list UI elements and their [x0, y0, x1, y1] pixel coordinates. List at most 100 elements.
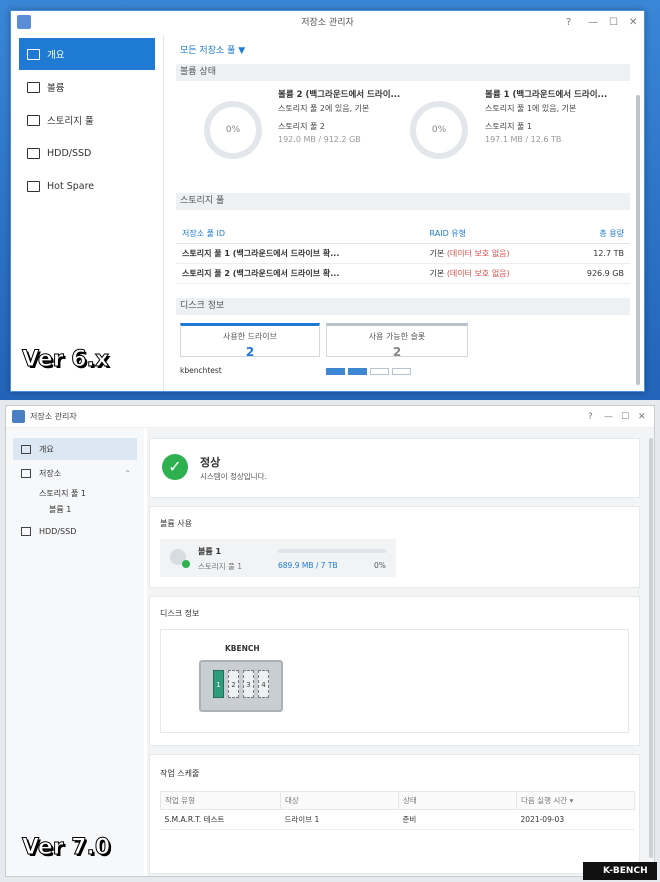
disk-info-header: 디스크 정보 — [176, 298, 630, 315]
status-title: 정상 — [200, 456, 221, 469]
sidebar-item-label: 개요 — [47, 50, 65, 61]
table-row[interactable]: S.M.A.R.T. 테스트 드라이브 1 준비 2021-09-03 — [160, 809, 635, 830]
sidebar-item-overview[interactable]: 개요 — [13, 438, 137, 460]
job-table: 작업 유형 대상 상태 다음 실행 시간 ▾ S.M.A.R.T. 테스트 드라… — [160, 791, 635, 830]
sidebar-item-volume-1[interactable]: 볼륨 1 — [13, 502, 137, 516]
check-icon: ✓ — [162, 454, 188, 480]
sidebar-item-storage-pool-1[interactable]: 스토리지 풀 1 — [13, 486, 137, 500]
chevron-up-icon[interactable]: ⌃ — [124, 469, 131, 478]
column-header[interactable]: 총 용량 — [558, 224, 630, 244]
column-header[interactable]: 다음 실행 시간 ▾ — [516, 791, 635, 810]
scrollbar[interactable] — [649, 438, 653, 858]
volume-card[interactable]: 볼륨 1 (백그라운드에서 드라이... 스토리지 풀 1에 있음, 기본 스토… — [485, 89, 607, 146]
sidebar-item-label: 스토리지 풀 — [47, 116, 94, 127]
column-header[interactable]: 대상 — [280, 791, 399, 810]
volume-pool: 스토리지 풀 2 — [278, 122, 325, 131]
sidebar-item-label: 저장소 — [39, 468, 62, 478]
maximize-icon[interactable]: ☐ — [609, 11, 618, 35]
volume-pool: 스토리지 풀 1 — [198, 562, 243, 571]
volume-location: 스토리지 풀 2에 있음, 기본 — [278, 104, 370, 113]
pool-filter-label: 모든 저장소 풀 — [180, 46, 236, 56]
sidebar-item-volume[interactable]: 볼륨 — [19, 71, 155, 103]
overview-icon — [21, 444, 31, 454]
drive-slot-used — [326, 368, 345, 375]
sidebar-item-storage-pool[interactable]: 스토리지 풀 — [19, 104, 155, 136]
pool-id: 스토리지 풀 2 (백그라운드에서 드라이브 확... — [176, 263, 424, 284]
maximize-icon[interactable]: ☐ — [621, 406, 629, 428]
table-row[interactable]: 스토리지 풀 1 (백그라운드에서 드라이브 확... 기본 (데이터 보호 없… — [176, 243, 630, 264]
column-header[interactable]: 작업 유형 — [160, 791, 281, 810]
sidebar-item-label: 스토리지 풀 1 — [39, 488, 86, 498]
volume-usage-ring: 0% — [204, 101, 262, 159]
title-bar: 저장소 관리자 ? — ☐ ✕ — [6, 406, 654, 428]
storage-pool-table: 저장소 풀 ID RAID 유형 총 용량 스토리지 풀 1 (백그라운드에서 … — [176, 224, 630, 284]
close-icon[interactable]: ✕ — [629, 11, 637, 35]
version-label-v6: Ver 6.x — [21, 347, 110, 373]
version-label-v7: Ver 7.0 — [21, 835, 111, 861]
nas-diagram: KBENCH 1 2 3 4 — [160, 629, 629, 733]
job-next-run: 2021-09-03 — [516, 809, 635, 830]
pool-filter-dropdown[interactable]: 모든 저장소 풀 ▼ — [180, 43, 630, 56]
sidebar-item-label: Hot Spare — [47, 180, 95, 192]
drive-bay[interactable]: 2 — [228, 670, 239, 698]
storage-manager-window-v6: 저장소 관리자 ? — ☐ ✕ 개요 볼륨 스토리지 풀 HDD/SSD Hot… — [10, 10, 645, 392]
card-title: 볼륨 사용 — [160, 519, 192, 528]
job-state: 준비 — [398, 809, 517, 830]
volume-status-header: 볼륨 상태 — [176, 64, 630, 81]
volume-name: 볼륨 2 (백그라운드에서 드라이... — [278, 90, 401, 100]
storage-manager-app-icon — [12, 410, 25, 423]
column-header[interactable]: RAID 유형 — [423, 224, 559, 244]
minimize-icon[interactable]: — — [604, 406, 613, 428]
raid-type: 기본 (데이터 보호 없음) — [423, 263, 559, 284]
sidebar-item-label: 볼륨 1 — [49, 504, 72, 514]
sidebar-item-overview[interactable]: 개요 — [19, 38, 155, 70]
sidebar: 개요 저장소 ⌃ 스토리지 풀 1 볼륨 1 HDD/SSD — [6, 428, 144, 876]
drive-bay[interactable]: 3 — [243, 670, 254, 698]
column-header[interactable]: 저장소 풀 ID — [176, 224, 424, 244]
hdd-icon — [21, 526, 31, 536]
free-slots-box[interactable]: 사용 가능한 슬롯 2 — [326, 323, 468, 359]
volume-item[interactable]: 볼륨 1 스토리지 풀 1 689.9 MB / 7 TB 0% — [160, 539, 396, 577]
sidebar-item-storage[interactable]: 저장소 ⌃ — [13, 462, 137, 484]
sidebar-item-hot-spare[interactable]: Hot Spare — [19, 170, 155, 202]
sidebar-item-label: HDD/SSD — [47, 147, 92, 159]
used-drives-label: 사용한 드라이브 — [222, 332, 278, 341]
status-description: 시스템이 정상입니다. — [200, 472, 267, 481]
help-icon[interactable]: ? — [588, 406, 593, 428]
device-name: kbenchtest — [180, 366, 222, 375]
table-header-row: 작업 유형 대상 상태 다음 실행 시간 ▾ — [160, 791, 635, 810]
sidebar-item-label: HDD/SSD — [39, 526, 77, 536]
drive-bay[interactable]: 4 — [258, 670, 269, 698]
help-icon[interactable]: ? — [566, 11, 571, 35]
sidebar-item-hdd-ssd[interactable]: HDD/SSD — [13, 520, 137, 542]
job-target: 드라이브 1 — [280, 809, 399, 830]
kbench-logo: K-BENCH — [583, 862, 657, 880]
sidebar-item-label: 개요 — [39, 444, 54, 454]
card-title: 디스크 정보 — [160, 609, 200, 618]
storage-manager-window-v7: 저장소 관리자 ? — ☐ ✕ 개요 저장소 ⌃ 스토리지 풀 1 볼륨 1 HD… — [5, 405, 655, 877]
drive-slot-empty — [392, 368, 411, 375]
volume-usage-card: 볼륨 사용 볼륨 1 스토리지 풀 1 689.9 MB / 7 TB 0% — [149, 506, 640, 588]
disk-info-card: 디스크 정보 KBENCH 1 2 3 4 — [149, 596, 640, 746]
sidebar-item-hdd-ssd[interactable]: HDD/SSD — [19, 137, 155, 169]
drive-bay[interactable]: 1 — [213, 670, 224, 698]
volume-location: 스토리지 풀 1에 있음, 기본 — [485, 104, 577, 113]
used-drives-count: 2 — [245, 345, 255, 359]
used-drives-box[interactable]: 사용한 드라이브 2 — [180, 323, 320, 359]
pool-capacity: 926.9 GB — [558, 263, 630, 284]
volume-card[interactable]: 볼륨 2 (백그라운드에서 드라이... 스토리지 풀 2에 있음, 기본 스토… — [278, 89, 400, 146]
storage-icon — [21, 468, 31, 478]
hdd-icon — [27, 147, 40, 159]
minimize-icon[interactable]: — — [588, 11, 598, 35]
close-icon[interactable]: ✕ — [638, 406, 646, 428]
scrollbar[interactable] — [636, 95, 640, 385]
caret-down-icon: ▼ — [238, 46, 246, 56]
table-row[interactable]: 스토리지 풀 2 (백그라운드에서 드라이브 확... 기본 (데이터 보호 없… — [176, 263, 630, 284]
volume-icon — [27, 81, 40, 93]
overview-icon — [27, 48, 40, 60]
storage-pool-icon — [27, 114, 40, 126]
column-header[interactable]: 상태 — [398, 791, 517, 810]
volume-size: 192.0 MB / 912.2 GB — [278, 135, 361, 144]
drive-slot-empty — [370, 368, 389, 375]
job-type: S.M.A.R.T. 테스트 — [160, 809, 281, 830]
